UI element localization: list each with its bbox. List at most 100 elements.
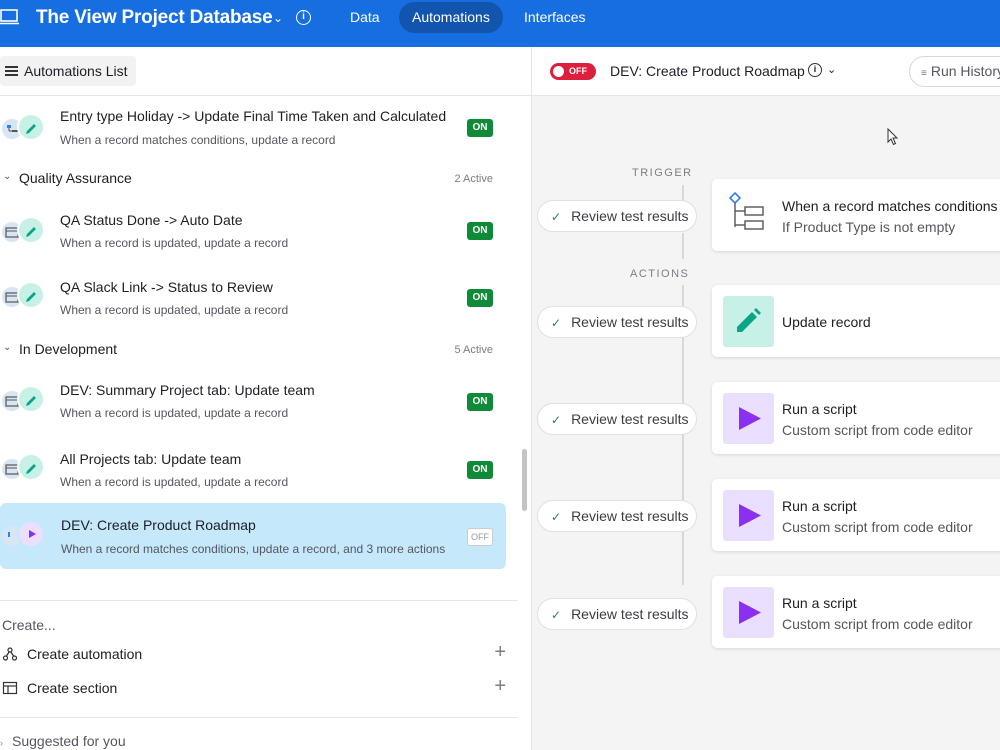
trigger-title: When a record matches conditions [782,198,998,214]
section-name: Quality Assurance [19,170,132,186]
action-title: Update record [782,314,871,330]
chevron-down-icon[interactable]: ⌄ [3,171,11,182]
pencil-icon [17,281,45,309]
create-automation-button[interactable]: Create automation + [2,641,506,669]
automations-sidebar: Automations List Entry type Holiday -> U… [0,47,532,750]
check-icon: ✓ [551,316,562,330]
trigger-label: TRIGGER [632,167,693,179]
action-subtitle: Custom script from code editor [782,422,973,438]
automation-title: DEV: Create Product Roadmap [61,517,256,533]
automation-subtitle: When a record is updated, update a recor… [60,475,289,489]
status-badge[interactable]: ON [467,119,493,137]
automation-title: DEV: Summary Project tab: Update team [60,382,315,398]
scrollbar[interactable] [522,449,527,511]
action-card[interactable]: Run a script Custom script from code edi… [712,576,1000,648]
pencil-icon [17,113,45,141]
status-badge[interactable]: ON [467,222,493,240]
flow-connector [682,233,684,259]
review-test-results-button[interactable]: ✓ Review test results [537,500,697,532]
chevron-down-icon[interactable]: ⌄ [3,342,11,353]
review-test-results-button[interactable]: ✓ Review test results [537,598,697,630]
check-icon: ✓ [551,413,562,427]
divider [0,600,518,601]
base-title[interactable]: The View Project Database [36,7,273,29]
pencil-icon [723,296,774,347]
nav-data[interactable]: Data [337,0,393,35]
automation-toggle[interactable]: OFF [550,63,596,80]
section-name: In Development [19,341,118,357]
chevron-down-icon[interactable]: ⌄ [827,63,836,76]
create-label: Create... [2,617,56,633]
section-header[interactable]: ⌄ Quality Assurance 2 Active [0,168,506,192]
divider [0,717,518,718]
check-icon: ✓ [551,608,562,622]
play-script-icon [723,393,774,444]
run-history-button[interactable]: ≡ Run History [909,56,1000,87]
automation-subtitle: When a record is updated, update a recor… [60,236,289,250]
pencil-icon [17,385,45,413]
check-icon: ✓ [551,510,562,524]
conditions-trigger-icon [728,191,764,230]
action-card[interactable]: Update record [712,285,1000,357]
status-badge[interactable]: ON [467,461,493,479]
chevron-right-icon[interactable]: › [0,738,12,748]
nav-automations[interactable]: Automations [399,2,503,33]
automation-editor: OFF DEV: Create Product Roadmap i ⌄ ≡ Run… [532,47,1000,750]
info-icon[interactable]: i [296,10,311,25]
pencil-icon [17,453,45,481]
automation-subtitle: When a record matches conditions, update… [60,133,336,147]
automation-title: Entry type Holiday -> Update Final Time … [60,108,447,124]
review-label: Review test results [571,508,689,524]
play-script-icon [17,520,45,548]
suggested-label: Suggested for you [12,733,126,749]
action-subtitle: Custom script from code editor [782,616,973,632]
create-section-button[interactable]: Create section + [2,675,506,703]
action-card[interactable]: Run a script Custom script from code edi… [712,479,1000,551]
automation-item[interactable]: DEV: Summary Project tab: Update team Wh… [0,372,506,438]
play-script-icon [723,490,774,541]
plus-icon[interactable]: + [494,641,506,664]
automation-item-selected[interactable]: DEV: Create Product Roadmap When a recor… [0,503,506,569]
review-test-results-button[interactable]: ✓ Review test results [537,200,697,232]
top-bar: The View Project Database ⌄ i Data Autom… [0,0,1000,47]
trigger-subtitle: If Product Type is not empty [782,219,956,235]
automation-item[interactable]: All Projects tab: Update team When a rec… [0,439,506,505]
automation-title: QA Status Done -> Auto Date [60,212,243,228]
automation-subtitle: When a record is updated, update a recor… [60,406,289,420]
automation-name[interactable]: DEV: Create Product Roadmap [610,63,805,79]
status-badge[interactable]: ON [467,289,493,307]
plus-icon[interactable]: + [494,675,506,698]
run-history-label: Run History [930,63,1000,79]
info-icon[interactable]: i [808,63,822,77]
automation-item[interactable]: Entry type Holiday -> Update Final Time … [0,97,506,163]
nav-interfaces[interactable]: Interfaces [511,0,598,35]
action-title: Run a script [782,595,857,611]
base-icon[interactable] [0,9,22,25]
automation-title: QA Slack Link -> Status to Review [60,279,273,295]
chevron-down-icon[interactable]: ⌄ [273,11,283,25]
review-test-results-button[interactable]: ✓ Review test results [537,306,697,338]
menu-icon [5,66,18,76]
action-subtitle: Custom script from code editor [782,519,973,535]
automation-icon [2,647,18,661]
toggle-knob [553,66,564,77]
status-badge[interactable]: ON [467,393,493,411]
suggested-for-you[interactable]: › Suggested for you [0,733,126,749]
create-section-label: Create section [27,680,118,696]
automations-list-button[interactable]: Automations List [0,56,136,86]
list-icon: ≡ [921,68,927,79]
review-test-results-button[interactable]: ✓ Review test results [537,403,697,435]
action-card[interactable]: Run a script Custom script from code edi… [712,382,1000,454]
action-title: Run a script [782,401,857,417]
sidebar-header: Automations List [0,47,532,96]
review-label: Review test results [571,411,689,427]
review-label: Review test results [571,208,689,224]
section-header[interactable]: ⌄ In Development 5 Active [0,339,506,363]
section-icon [2,681,18,695]
trigger-card[interactable]: When a record matches conditions If Prod… [712,179,1000,251]
status-badge[interactable]: OFF [467,528,493,546]
automation-title: All Projects tab: Update team [60,451,242,467]
automation-item[interactable]: QA Slack Link -> Status to Review When a… [0,268,506,334]
automation-item[interactable]: QA Status Done -> Auto Date When a recor… [0,200,506,266]
action-title: Run a script [782,498,857,514]
